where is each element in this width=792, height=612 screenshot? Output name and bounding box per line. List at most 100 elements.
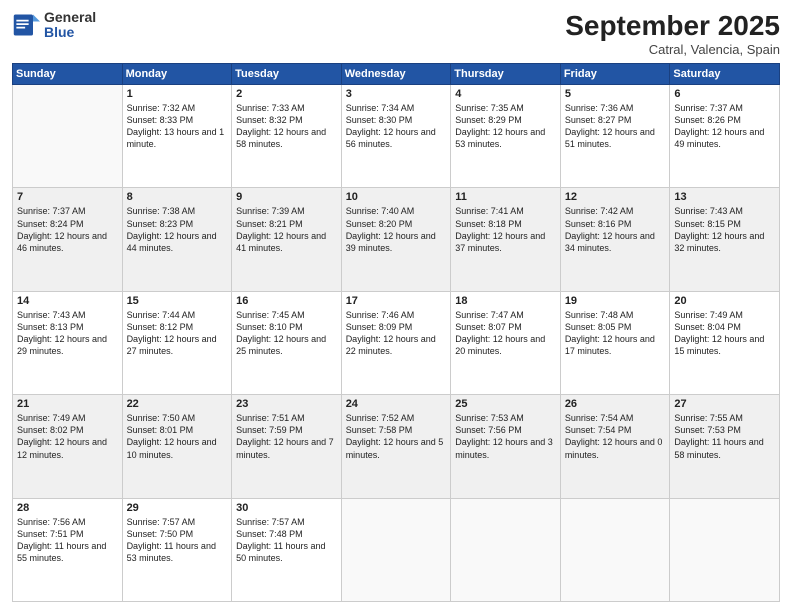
- cell-info: Sunrise: 7:50 AMSunset: 8:01 PMDaylight:…: [127, 412, 228, 461]
- day-number: 12: [565, 191, 666, 203]
- cell-info: Sunrise: 7:57 AMSunset: 7:48 PMDaylight:…: [236, 516, 337, 565]
- logo-line1: General: [44, 10, 96, 25]
- calendar-cell: 9 Sunrise: 7:39 AMSunset: 8:21 PMDaylight…: [232, 188, 342, 291]
- day-number: 3: [346, 88, 447, 100]
- calendar-cell: 21Sunrise: 7:49 AMSunset: 8:02 PMDayligh…: [13, 395, 123, 498]
- day-number: 9: [236, 191, 337, 203]
- cell-info: Sunrise: 7:39 AMSunset: 8:21 PMDaylight:…: [236, 205, 337, 254]
- cell-info: Sunrise: 7:43 AMSunset: 8:13 PMDaylight:…: [17, 309, 118, 358]
- day-number: 14: [17, 295, 118, 307]
- calendar-cell: 11 Sunrise: 7:41 AMSunset: 8:18 PMDayligh…: [451, 188, 561, 291]
- calendar-cell: 7 Sunrise: 7:37 AMSunset: 8:24 PMDaylight…: [13, 188, 123, 291]
- col-header-wednesday: Wednesday: [341, 64, 451, 85]
- cell-info: Sunrise: 7:57 AMSunset: 7:50 PMDaylight:…: [127, 516, 228, 565]
- day-number: 8: [127, 191, 228, 203]
- day-number: 19: [565, 295, 666, 307]
- day-number: 7: [17, 191, 118, 203]
- calendar-week-row: 14 Sunrise: 7:43 AMSunset: 8:13 PMDayligh…: [13, 291, 780, 394]
- calendar-cell: 2Sunrise: 7:33 AMSunset: 8:32 PMDaylight…: [232, 85, 342, 188]
- calendar-cell: 20 Sunrise: 7:49 AMSunset: 8:04 PMDayligh…: [670, 291, 780, 394]
- cell-info: Sunrise: 7:54 AMSunset: 7:54 PMDaylight:…: [565, 412, 666, 461]
- calendar-cell: 27 Sunrise: 7:55 AMSunset: 7:53 PMDayligh…: [670, 395, 780, 498]
- calendar-cell: [451, 498, 561, 601]
- day-number: 30: [236, 502, 337, 514]
- cell-info: Sunrise: 7:53 AMSunset: 7:56 PMDaylight:…: [455, 412, 556, 461]
- day-number: 18: [455, 295, 556, 307]
- cell-info: Sunrise: 7:43 AMSunset: 8:15 PMDaylight:…: [674, 205, 775, 254]
- day-number: 23: [236, 398, 337, 410]
- cell-info: Sunrise: 7:37 AMSunset: 8:26 PMDaylight:…: [674, 102, 775, 151]
- calendar-cell: 25 Sunrise: 7:53 AMSunset: 7:56 PMDayligh…: [451, 395, 561, 498]
- calendar-cell: [670, 498, 780, 601]
- cell-info: Sunrise: 7:55 AMSunset: 7:53 PMDaylight:…: [674, 412, 775, 461]
- col-header-monday: Monday: [122, 64, 232, 85]
- day-number: 28: [17, 502, 118, 514]
- calendar-header-row: SundayMondayTuesdayWednesdayThursdayFrid…: [13, 64, 780, 85]
- day-number: 16: [236, 295, 337, 307]
- calendar-cell: [13, 85, 123, 188]
- cell-info: Sunrise: 7:38 AMSunset: 8:23 PMDaylight:…: [127, 205, 228, 254]
- calendar-cell: 24 Sunrise: 7:52 AMSunset: 7:58 PMDayligh…: [341, 395, 451, 498]
- calendar-cell: 15Sunrise: 7:44 AMSunset: 8:12 PMDayligh…: [122, 291, 232, 394]
- calendar-cell: 16 Sunrise: 7:45 AMSunset: 8:10 PMDayligh…: [232, 291, 342, 394]
- calendar-cell: 17 Sunrise: 7:46 AMSunset: 8:09 PMDayligh…: [341, 291, 451, 394]
- logo-icon: [12, 11, 40, 39]
- location: Catral, Valencia, Spain: [565, 42, 780, 57]
- cell-info: Sunrise: 7:42 AMSunset: 8:16 PMDaylight:…: [565, 205, 666, 254]
- cell-info: Sunrise: 7:52 AMSunset: 7:58 PMDaylight:…: [346, 412, 447, 461]
- day-number: 4: [455, 88, 556, 100]
- calendar-week-row: 7 Sunrise: 7:37 AMSunset: 8:24 PMDaylight…: [13, 188, 780, 291]
- calendar-cell: 4Sunrise: 7:35 AMSunset: 8:29 PMDaylight…: [451, 85, 561, 188]
- calendar-cell: 13Sunrise: 7:43 AMSunset: 8:15 PMDayligh…: [670, 188, 780, 291]
- day-number: 25: [455, 398, 556, 410]
- cell-info: Sunrise: 7:56 AMSunset: 7:51 PMDaylight:…: [17, 516, 118, 565]
- day-number: 27: [674, 398, 775, 410]
- day-number: 6: [674, 88, 775, 100]
- header: General Blue September 2025 Catral, Vale…: [12, 10, 780, 57]
- cell-info: Sunrise: 7:40 AMSunset: 8:20 PMDaylight:…: [346, 205, 447, 254]
- cell-info: Sunrise: 7:49 AMSunset: 8:04 PMDaylight:…: [674, 309, 775, 358]
- day-number: 1: [127, 88, 228, 100]
- cell-info: Sunrise: 7:37 AMSunset: 8:24 PMDaylight:…: [17, 205, 118, 254]
- cell-info: Sunrise: 7:45 AMSunset: 8:10 PMDaylight:…: [236, 309, 337, 358]
- day-number: 17: [346, 295, 447, 307]
- col-header-saturday: Saturday: [670, 64, 780, 85]
- calendar-cell: 29 Sunrise: 7:57 AMSunset: 7:50 PMDayligh…: [122, 498, 232, 601]
- calendar-week-row: 28 Sunrise: 7:56 AMSunset: 7:51 PMDayligh…: [13, 498, 780, 601]
- calendar-week-row: 1Sunrise: 7:32 AMSunset: 8:33 PMDaylight…: [13, 85, 780, 188]
- calendar-cell: 8 Sunrise: 7:38 AMSunset: 8:23 PMDaylight…: [122, 188, 232, 291]
- calendar-cell: 12 Sunrise: 7:42 AMSunset: 8:16 PMDayligh…: [560, 188, 670, 291]
- cell-info: Sunrise: 7:48 AMSunset: 8:05 PMDaylight:…: [565, 309, 666, 358]
- day-number: 29: [127, 502, 228, 514]
- cell-info: Sunrise: 7:33 AMSunset: 8:32 PMDaylight:…: [236, 102, 337, 151]
- logo: General Blue: [12, 10, 96, 41]
- calendar-cell: 23 Sunrise: 7:51 AMSunset: 7:59 PMDayligh…: [232, 395, 342, 498]
- calendar-cell: 6 Sunrise: 7:37 AMSunset: 8:26 PMDaylight…: [670, 85, 780, 188]
- day-number: 22: [127, 398, 228, 410]
- calendar-cell: 30 Sunrise: 7:57 AMSunset: 7:48 PMDayligh…: [232, 498, 342, 601]
- day-number: 26: [565, 398, 666, 410]
- cell-info: Sunrise: 7:46 AMSunset: 8:09 PMDaylight:…: [346, 309, 447, 358]
- logo-text: General Blue: [44, 10, 96, 41]
- calendar-cell: 22 Sunrise: 7:50 AMSunset: 8:01 PMDayligh…: [122, 395, 232, 498]
- title-block: September 2025 Catral, Valencia, Spain: [565, 10, 780, 57]
- calendar-cell: 10Sunrise: 7:40 AMSunset: 8:20 PMDayligh…: [341, 188, 451, 291]
- calendar-cell: [560, 498, 670, 601]
- day-number: 21: [17, 398, 118, 410]
- cell-info: Sunrise: 7:47 AMSunset: 8:07 PMDaylight:…: [455, 309, 556, 358]
- cell-info: Sunrise: 7:51 AMSunset: 7:59 PMDaylight:…: [236, 412, 337, 461]
- calendar-cell: 3Sunrise: 7:34 AMSunset: 8:30 PMDaylight…: [341, 85, 451, 188]
- cell-info: Sunrise: 7:41 AMSunset: 8:18 PMDaylight:…: [455, 205, 556, 254]
- cell-info: Sunrise: 7:36 AMSunset: 8:27 PMDaylight:…: [565, 102, 666, 151]
- col-header-thursday: Thursday: [451, 64, 561, 85]
- day-number: 24: [346, 398, 447, 410]
- calendar-cell: 14 Sunrise: 7:43 AMSunset: 8:13 PMDayligh…: [13, 291, 123, 394]
- col-header-friday: Friday: [560, 64, 670, 85]
- day-number: 11: [455, 191, 556, 203]
- day-number: 5: [565, 88, 666, 100]
- month-title: September 2025: [565, 10, 780, 42]
- day-number: 20: [674, 295, 775, 307]
- calendar-table: SundayMondayTuesdayWednesdayThursdayFrid…: [12, 63, 780, 602]
- calendar-cell: 19 Sunrise: 7:48 AMSunset: 8:05 PMDayligh…: [560, 291, 670, 394]
- calendar-cell: 28 Sunrise: 7:56 AMSunset: 7:51 PMDayligh…: [13, 498, 123, 601]
